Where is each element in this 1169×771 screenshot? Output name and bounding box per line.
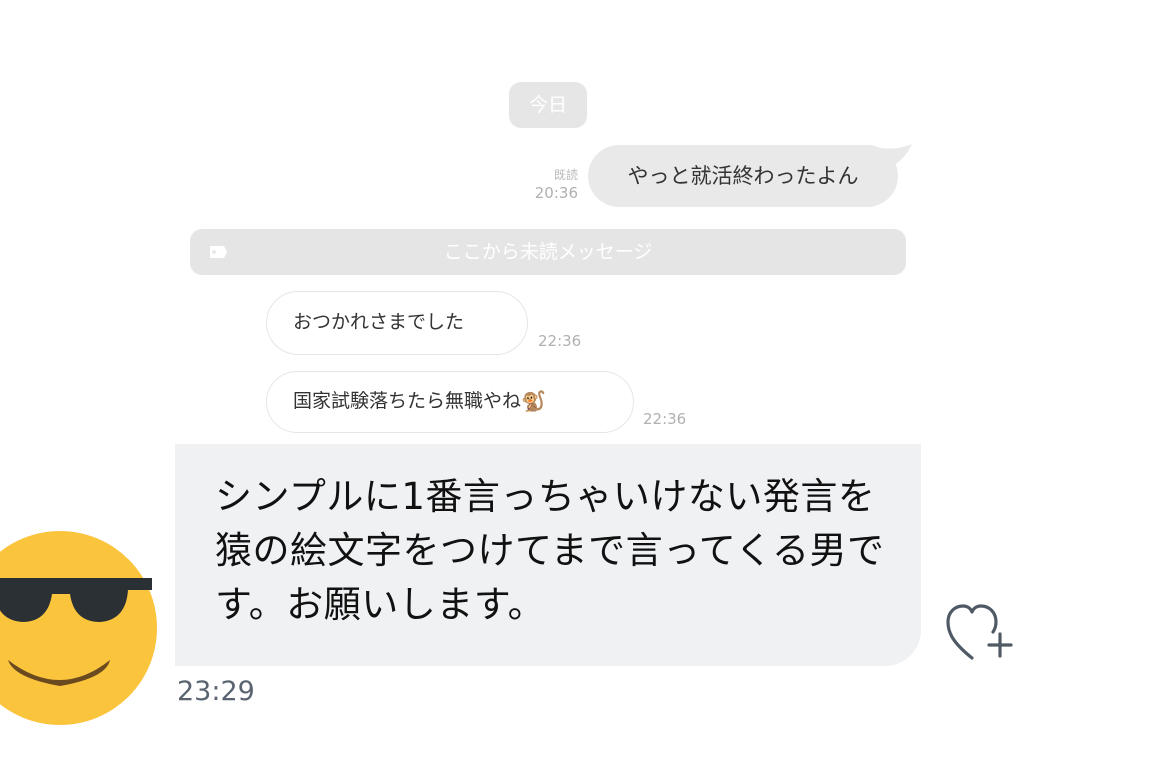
received-message-text: 国家試験落ちたら無職やね xyxy=(293,390,522,412)
received-message-text: おつかれさまでした xyxy=(293,311,465,333)
monkey-emoji-icon: 🐒 xyxy=(521,389,546,413)
sunglasses-emoji-icon xyxy=(0,531,157,725)
heart-plus-icon[interactable] xyxy=(944,598,1020,664)
reply-time: 23:29 xyxy=(177,676,255,707)
date-label: 今日 xyxy=(509,82,587,128)
received-message-bubble: おつかれさまでした xyxy=(266,291,528,355)
received-message-bubble: 国家試験落ちたら無職やね🐒 xyxy=(266,371,634,433)
sent-message-time: 20:36 xyxy=(534,184,578,202)
received-message-time: 22:36 xyxy=(538,332,582,350)
read-receipt: 既読 xyxy=(553,168,578,182)
received-message-time: 22:36 xyxy=(643,410,687,428)
unread-divider-label: ここから未読メッセージ xyxy=(443,241,653,263)
sent-message-bubble: やっと就活終わったよん xyxy=(588,145,898,207)
reply-text: シンプルに1番言っちゃいけない発言を猿の絵文字をつけてまで言ってくる男です。お願… xyxy=(215,475,885,626)
